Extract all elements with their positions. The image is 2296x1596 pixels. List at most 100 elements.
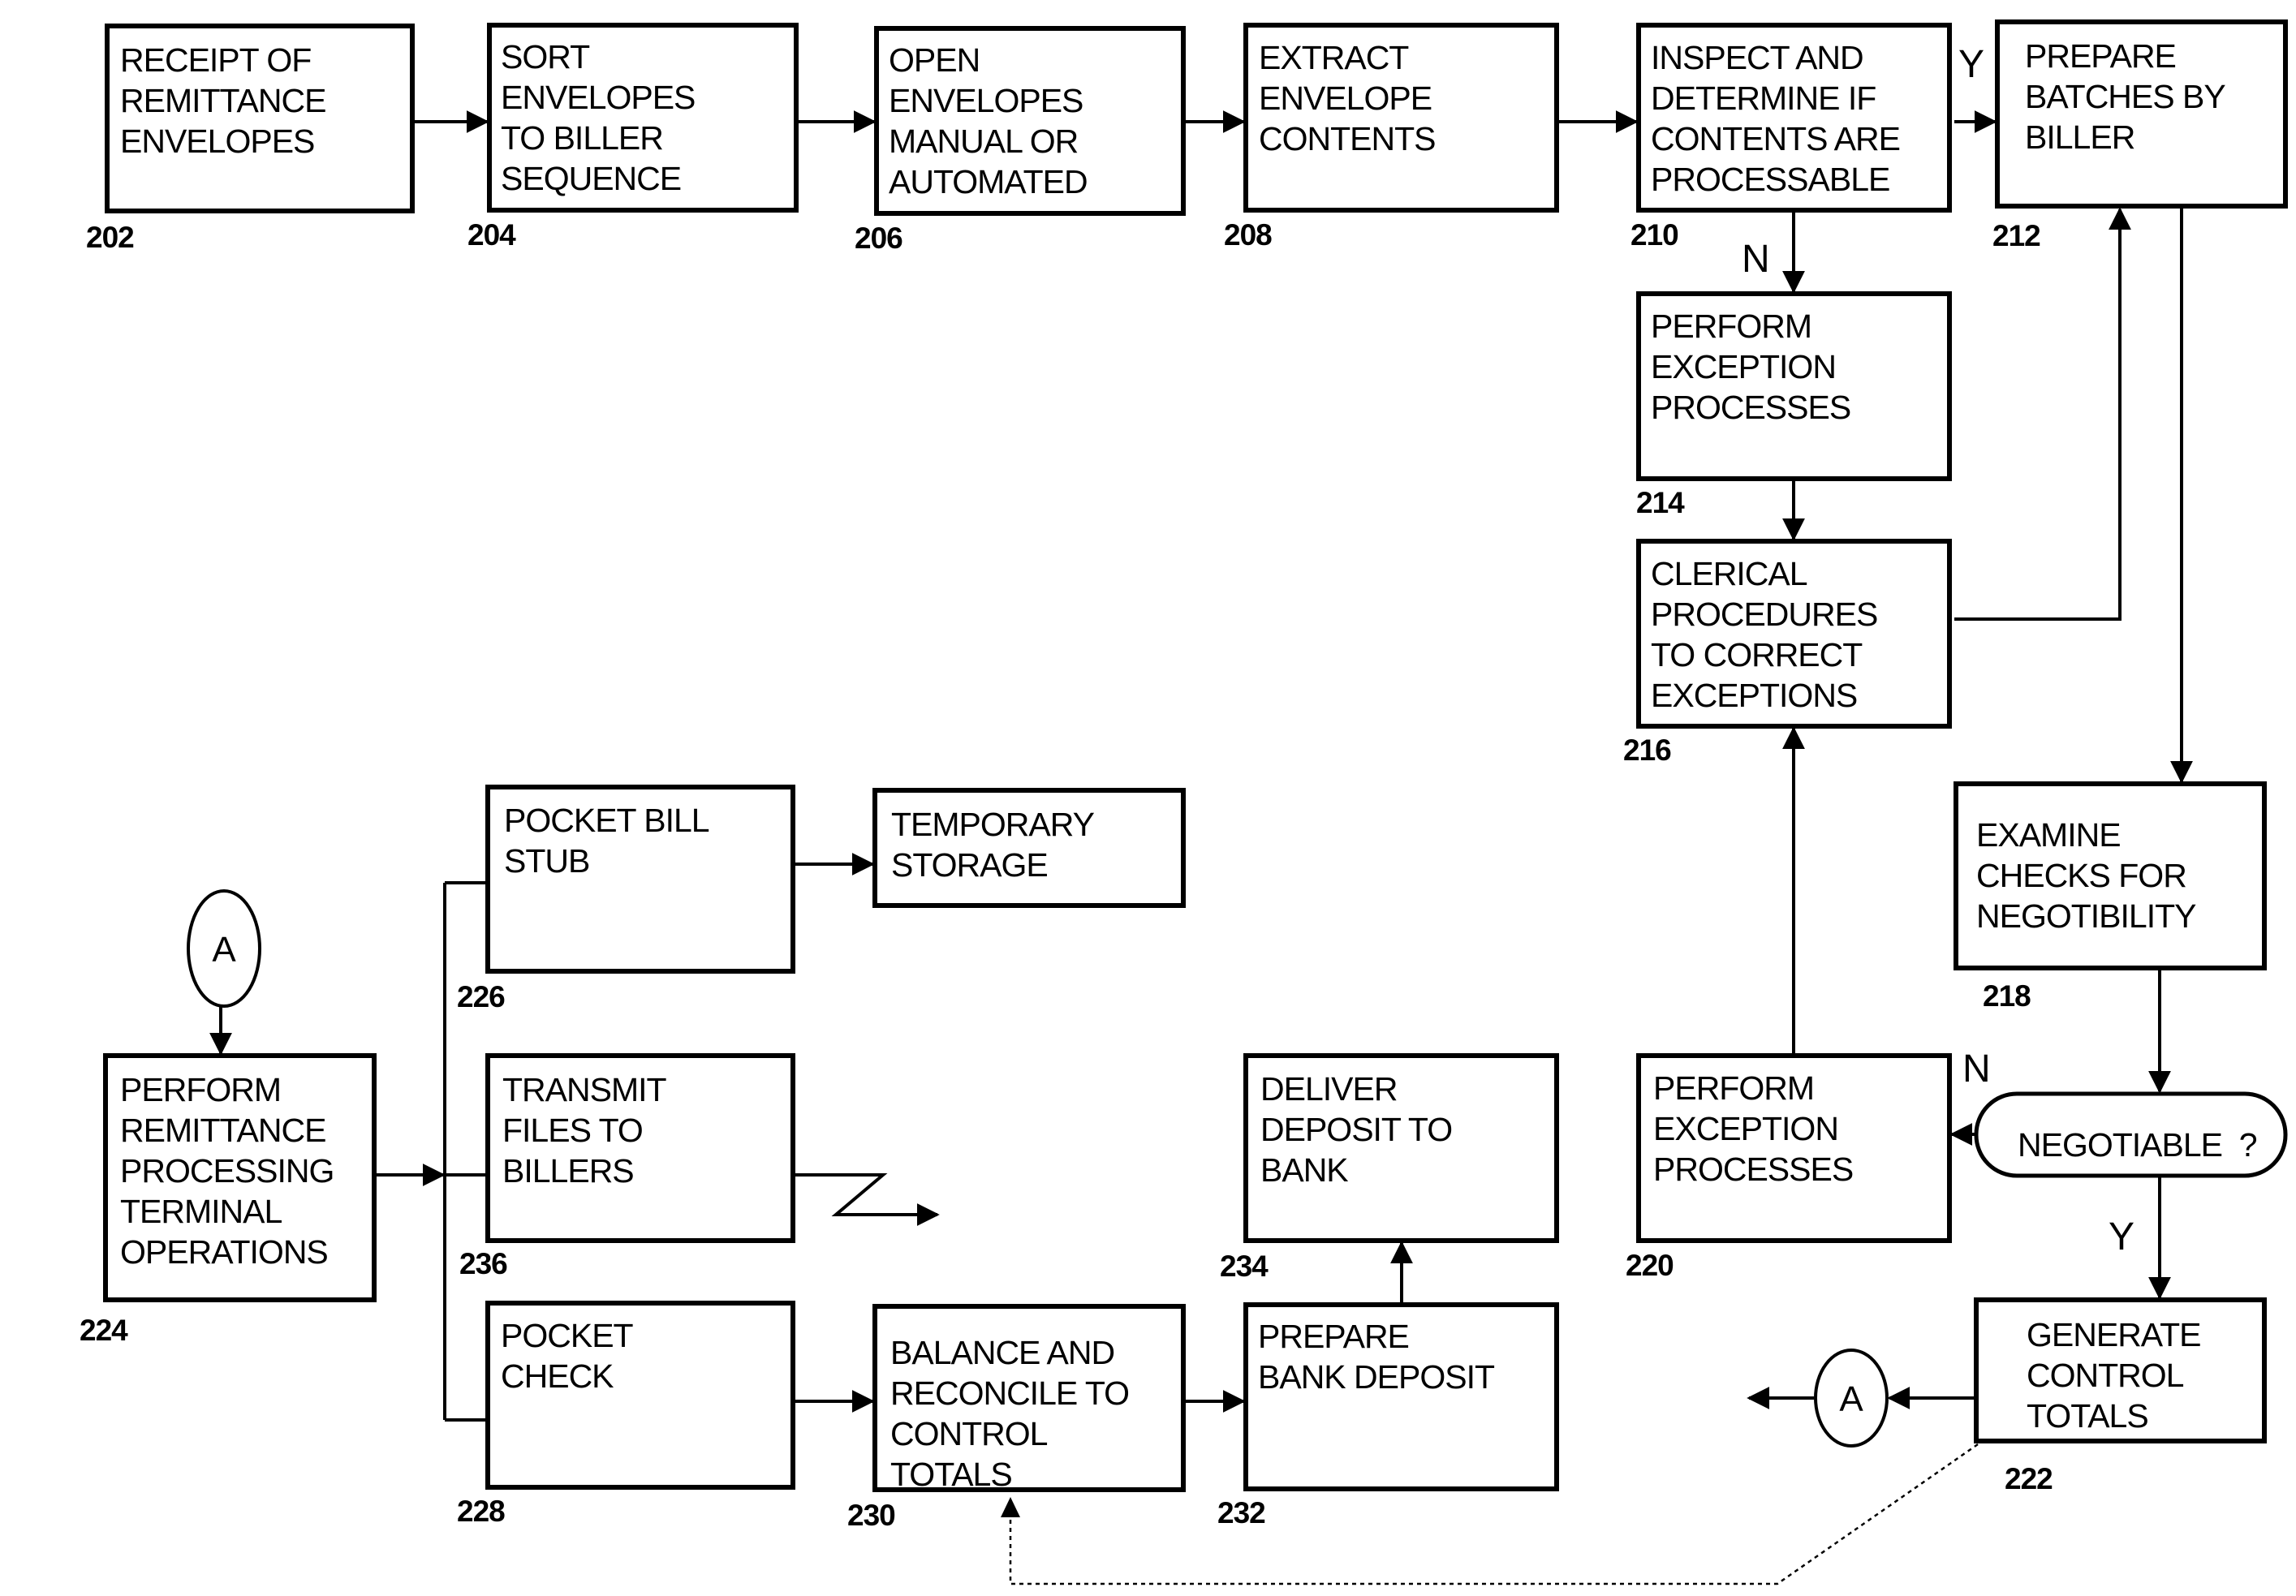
reference-number: 226 (457, 980, 505, 1013)
box-text-line: PROCESSES (1651, 389, 1850, 426)
box-text-line: ENVELOPE (1259, 80, 1432, 117)
connector-label: A (1839, 1379, 1863, 1419)
transmit-lightning-arrow (793, 1173, 940, 1226)
flowchart-canvas: RECEIPT OF REMITTANCE ENVELOPES 202 SORT EN… (80, 19, 2288, 1585)
box-text-line: BILLER (2025, 118, 2134, 156)
node-226: POCKET BILL STUB 226 (457, 785, 795, 1013)
box-text-line: TOTALS (890, 1456, 1012, 1493)
reference-number: 220 (1626, 1249, 1674, 1282)
node-208: EXTRACT ENVELOPE CONTENTS 208 (1224, 23, 1559, 252)
node-228: POCKET CHECK 228 (457, 1301, 795, 1528)
connector-a-out: A (1814, 1349, 1889, 1448)
box-text-line: EXAMINE (1976, 816, 2121, 854)
box-text-line: NEGOTIBILITY (1976, 897, 2196, 935)
box-text-line: SORT (501, 38, 590, 75)
reference-number: 228 (457, 1495, 505, 1528)
reference-number: 230 (847, 1499, 895, 1532)
reference-number: 212 (1992, 219, 2040, 252)
node-224: PERFORM REMITTANCE PROCESSING TERMINAL OPERA… (80, 1053, 377, 1347)
box-text-line: REMITTANCE (120, 82, 325, 119)
box-text-line: STUB (504, 842, 589, 880)
box-text-line: INSPECT AND (1651, 39, 1863, 76)
box-text-line: DETERMINE IF (1651, 80, 1876, 117)
box-text-line: REMITTANCE (120, 1112, 325, 1149)
box-text-line: PREPARE (1258, 1318, 1409, 1355)
box-text-line: MANUAL OR (889, 123, 1078, 160)
reference-number: 204 (467, 218, 516, 252)
dotted-arrowhead (1001, 1497, 1020, 1517)
box-text-line: PERFORM (120, 1071, 281, 1108)
node-220: PERFORM EXCEPTION PROCESSES 220 (1626, 1053, 1952, 1282)
box-text-line: EXCEPTION (1651, 348, 1836, 385)
box-text-line: BANK (1260, 1151, 1348, 1189)
box-text-line: CONTROL (2027, 1357, 2184, 1394)
arrow-216-212 (1954, 207, 2131, 621)
box-text-line: EXTRACT (1259, 39, 1409, 76)
node-202: RECEIPT OF REMITTANCE ENVELOPES 202 (86, 24, 415, 254)
reference-number: 202 (86, 221, 134, 254)
branch-label-yes: Y (2109, 1215, 2134, 1258)
box-text-line: BANK DEPOSIT (1258, 1358, 1495, 1396)
box-text-line: TOTALS (2027, 1397, 2148, 1435)
box-text-line: PROCESSES (1653, 1151, 1853, 1188)
node-204: SORT ENVELOPES TO BILLER SEQUENCE 204 (467, 23, 799, 252)
box-text-line: TERMINAL (120, 1193, 282, 1230)
box-text-line: CHECKS FOR (1976, 857, 2186, 894)
box-text-line: DELIVER (1260, 1070, 1397, 1108)
box-text-line: BILLERS (502, 1152, 634, 1189)
node-232: PREPARE BANK DEPOSIT 232 (1217, 1302, 1559, 1529)
node-negotiable-decision: NEGOTIABLE ? N Y (1962, 1048, 2288, 1258)
node-236: TRANSMIT FILES TO BILLERS 236 (459, 1053, 795, 1280)
box-text-line: POCKET (501, 1317, 634, 1354)
branch-label-yes: Y (1958, 43, 1984, 86)
box-text-line: POCKET BILL (504, 802, 709, 839)
box-text-line: PROCESSABLE (1651, 161, 1889, 198)
box-text-line: CHECK (501, 1357, 614, 1395)
reference-number: 234 (1220, 1250, 1269, 1283)
decision-text: NEGOTIABLE ? (2018, 1126, 2257, 1164)
reference-number: 218 (1983, 979, 2031, 1013)
reference-number: 210 (1630, 218, 1678, 252)
node-206: OPEN ENVELOPES MANUAL OR AUTOMATED 206 (855, 26, 1186, 255)
reference-number: 232 (1217, 1496, 1265, 1529)
box-text-line: SEQUENCE (501, 160, 681, 197)
box-text-line: ENVELOPES (889, 82, 1083, 119)
box-text-line: STORAGE (891, 846, 1048, 884)
box-text-line: RECEIPT OF (120, 41, 311, 79)
branch-label-no: N (1742, 238, 1770, 281)
node-222: GENERATE CONTROL TOTALS 222 (1974, 1297, 2267, 1495)
reference-number: 222 (2005, 1462, 2053, 1495)
box-text-line: CONTROL (890, 1415, 1048, 1452)
node-210: INSPECT AND DETERMINE IF CONTENTS ARE PROCE… (1630, 23, 1984, 281)
reference-number: 214 (1636, 486, 1685, 519)
box-text-line: BATCHES BY (2025, 78, 2225, 115)
box-text-line: AUTOMATED (889, 163, 1088, 200)
connector-a-in: A (187, 889, 261, 1008)
box-text-line: RECONCILE TO (890, 1374, 1129, 1412)
box-text-line: TRANSMIT (502, 1071, 667, 1108)
box-text-line: ENVELOPES (501, 79, 695, 116)
box-text-line: TO BILLER (501, 119, 663, 157)
node-218: EXAMINE CHECKS FOR NEGOTIBILITY 218 (1954, 781, 2267, 1013)
box-text-line: PERFORM (1651, 308, 1811, 345)
box-text-line: DEPOSIT TO (1260, 1111, 1452, 1148)
box-text-line: CONTENTS ARE (1651, 120, 1900, 157)
reference-number: 208 (1224, 218, 1272, 252)
reference-number: 236 (459, 1247, 507, 1280)
reference-number: 224 (80, 1314, 128, 1347)
box-text-line: EXCEPTIONS (1651, 677, 1857, 714)
svg-text:RECEIPT OFREMITTANCEENVELOPES: RECEIPT OF REMITTANCE ENVELOPES (120, 41, 325, 160)
reference-number: 206 (855, 222, 902, 255)
node-230: BALANCE AND RECONCILE TO CONTROL TOTALS 230 (847, 1304, 1186, 1532)
box-text-line: TO CORRECT (1651, 636, 1863, 673)
box-text-line: PROCESSING (120, 1152, 334, 1189)
node-temporary-storage: TEMPORARY STORAGE (872, 788, 1186, 908)
box-text-line: PROCEDURES (1651, 596, 1877, 633)
branch-label-no: N (1962, 1048, 1991, 1091)
node-216: CLERICAL PROCEDURES TO CORRECT EXCEPTIONS 2… (1623, 539, 1952, 767)
box-text-line: OPEN (889, 41, 980, 79)
box-text-line: ENVELOPES (120, 123, 314, 160)
box-text-line: FILES TO (502, 1112, 643, 1149)
box-text-line: PREPARE (2025, 37, 2176, 75)
box-text-line: CLERICAL (1651, 555, 1807, 592)
